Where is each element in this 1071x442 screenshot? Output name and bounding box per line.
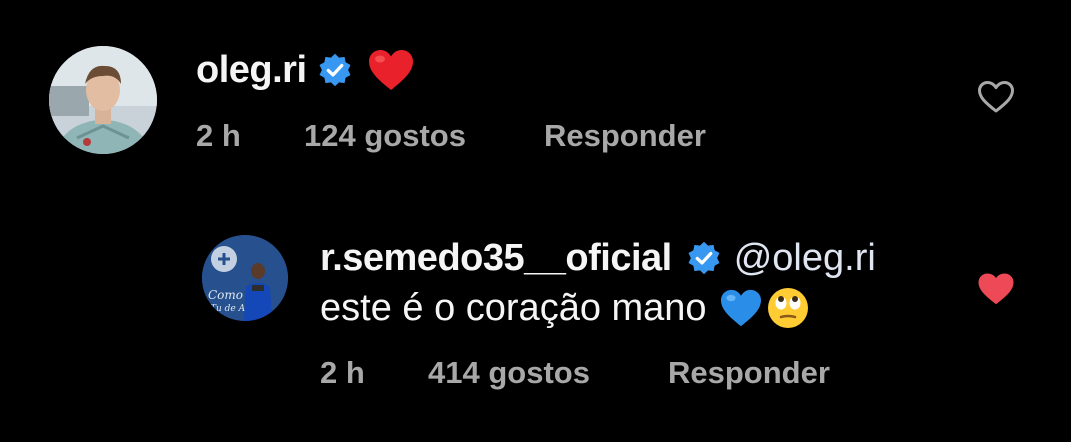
comment-time: 2 h <box>320 355 365 390</box>
red-heart-icon <box>367 48 415 92</box>
reply-button[interactable]: Responder <box>668 355 830 391</box>
comment-time: 2 h <box>196 118 241 153</box>
username[interactable]: oleg.ri <box>196 49 307 92</box>
verified-badge-icon <box>686 240 722 276</box>
mention-link[interactable]: @oleg.ri <box>734 237 876 280</box>
comment-text: este é o coração mano <box>320 286 707 329</box>
verified-badge-icon <box>317 52 353 88</box>
avatar[interactable]: Como Tu de Azul <box>202 235 288 321</box>
reply-comment: Como Tu de Azul r.semedo35__oficial @ole… <box>202 233 876 391</box>
likes-count[interactable]: 124 gostos <box>304 118 544 154</box>
like-heart-icon[interactable] <box>977 80 1015 114</box>
avatar-image <box>49 46 157 154</box>
face-with-rolling-eyes-icon <box>767 287 809 329</box>
likes-count[interactable]: 414 gostos <box>428 355 668 391</box>
avatar-image: Como Tu de Azul <box>202 235 288 321</box>
liked-heart-icon[interactable] <box>977 272 1015 306</box>
blue-heart-icon <box>719 288 763 328</box>
comment: oleg.ri 2 h 124 gostos Responder <box>49 46 706 154</box>
username[interactable]: r.semedo35__oficial <box>320 237 672 280</box>
reply-button[interactable]: Responder <box>544 118 706 154</box>
avatar[interactable] <box>49 46 157 154</box>
svg-text:Como: Como <box>208 288 243 302</box>
